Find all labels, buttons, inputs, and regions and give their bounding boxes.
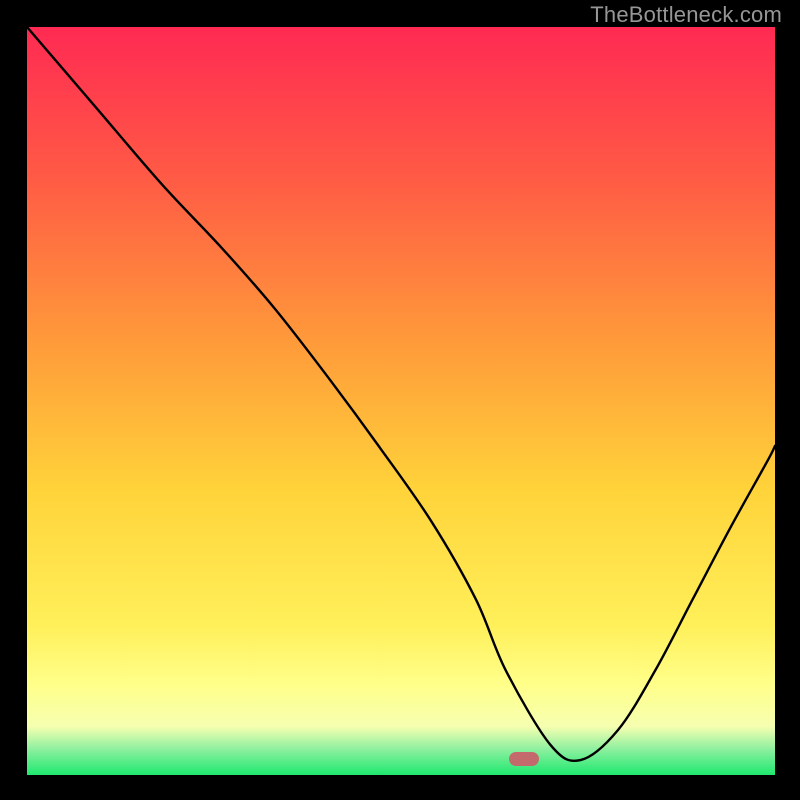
optimal-point-marker [509, 752, 539, 766]
chart-frame: TheBottleneck.com [0, 0, 800, 800]
watermark-text: TheBottleneck.com [590, 2, 782, 28]
gradient-background [27, 27, 775, 775]
bottleneck-chart [27, 27, 775, 775]
